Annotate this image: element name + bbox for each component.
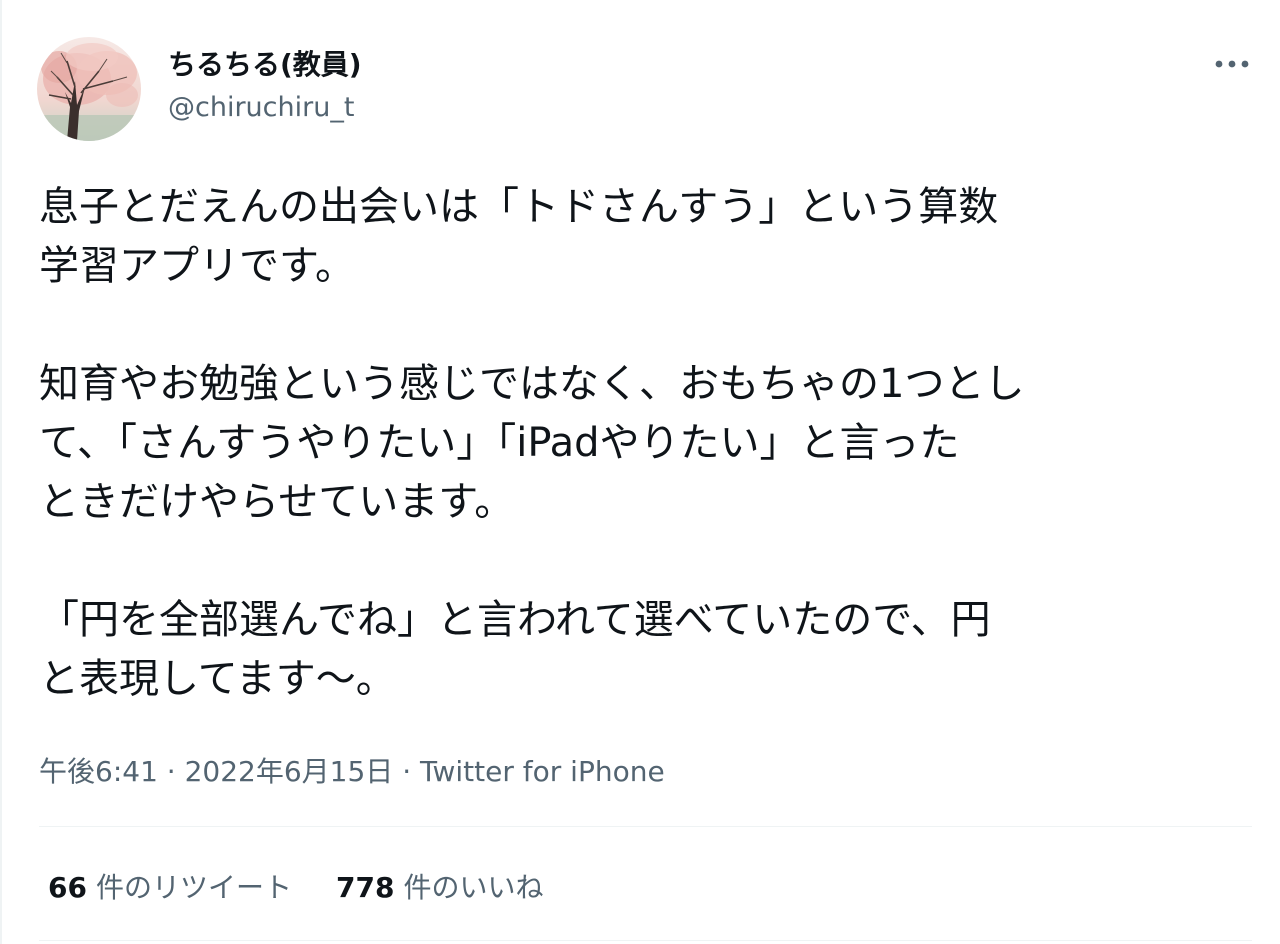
author-display-name[interactable]: ちるちる(教員) — [168, 46, 362, 84]
author-handle[interactable]: @chiruchiru_t — [168, 90, 354, 126]
retweet-count-link[interactable]: 66 件のリツイート — [48, 866, 292, 906]
meta-separator: · — [166, 755, 176, 788]
divider — [39, 826, 1252, 827]
column-border — [0, 0, 2, 944]
tweet-date[interactable]: 2022年6月15日 — [185, 755, 394, 788]
more-options-button[interactable] — [1208, 44, 1256, 84]
tweet-text: 息子とだえんの出会いは「トドさんすう」という算数 学習アプリです。 知育やお勉強… — [39, 184, 1025, 702]
tweet-metadata: 午後6:41 · 2022年6月15日 · Twitter for iPhone — [39, 752, 665, 792]
meta-separator: · — [402, 755, 412, 788]
retweet-count: 66 — [48, 871, 87, 904]
tweet-detail: ちるちる(教員) @chiruchiru_t 息子とだえんの出会いは「トドさんす… — [0, 0, 1280, 944]
divider — [39, 940, 1252, 941]
cherry-blossom-tree-avatar — [37, 37, 141, 141]
retweet-label: 件のリツイート — [95, 871, 292, 904]
like-count-link[interactable]: 778 件のいいね — [336, 866, 543, 906]
tweet-time[interactable]: 午後6:41 — [39, 755, 158, 788]
tweet-source[interactable]: Twitter for iPhone — [420, 755, 665, 788]
like-count: 778 — [335, 871, 395, 904]
like-label: 件のいいね — [403, 871, 544, 904]
avatar[interactable] — [37, 37, 141, 141]
engagement-stats: 66 件のリツイート 778 件のいいね — [48, 866, 543, 906]
more-horizontal-icon — [1215, 60, 1249, 68]
